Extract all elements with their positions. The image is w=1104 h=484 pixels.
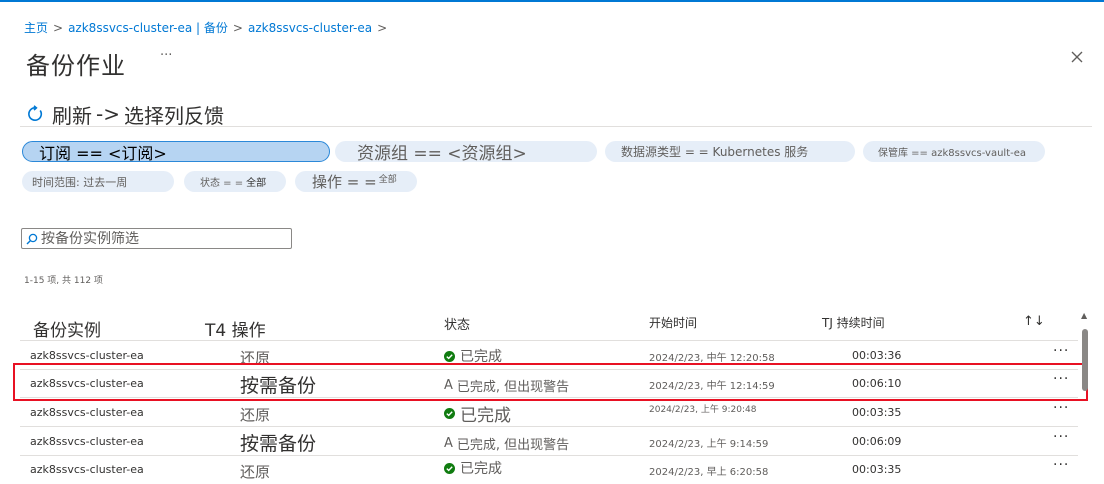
breadcrumb-cluster-backup[interactable]: azk8ssvcs-cluster-ea xyxy=(248,21,372,35)
duration: 00:03:36 xyxy=(852,349,902,362)
column-header-start-time[interactable]: 开始时间 xyxy=(649,314,697,331)
chevron-up-icon[interactable]: ▲ xyxy=(1081,311,1087,320)
filter-operation[interactable]: 操作 = = 全部 xyxy=(295,171,417,192)
choose-columns-button[interactable]: 选择列 xyxy=(124,100,184,129)
status: 已完成 xyxy=(444,458,502,478)
operation: 按需备份 xyxy=(240,375,317,397)
backup-instance[interactable]: azk8ssvcs-cluster-ea xyxy=(30,377,144,390)
page-title: 备份作业 xyxy=(26,52,126,80)
operation: 还原 xyxy=(240,406,271,424)
column-header-instance[interactable]: 备份实例 xyxy=(33,316,101,341)
warning-marker: A xyxy=(444,378,453,393)
filter-status-label: 状态 = = xyxy=(200,178,244,189)
toolbar-arrow: -> xyxy=(96,102,120,126)
status-text: 已完成, 但出现警告 xyxy=(456,438,570,453)
filter-operation-value: 全部 xyxy=(378,175,397,185)
filter-time-range[interactable]: 时间范围: 过去一周 xyxy=(22,171,174,192)
filter-datasource-type[interactable]: 数据源类型 = = Kubernetes 服务 xyxy=(605,141,855,162)
filter-status-value: 全部 xyxy=(246,178,267,189)
feedback-button[interactable]: 反馈 xyxy=(184,100,224,129)
duration: 00:03:35 xyxy=(852,406,902,419)
backup-instance[interactable]: azk8ssvcs-cluster-ea xyxy=(30,406,144,419)
breadcrumb-backup[interactable]: 备份 xyxy=(204,21,228,35)
row-more-button[interactable]: ··· xyxy=(1053,343,1069,359)
command-bar: 刷新 -> 选择列 反馈 xyxy=(26,100,224,128)
refresh-button[interactable]: 刷新 xyxy=(52,100,92,129)
status: 已完成 xyxy=(444,346,502,366)
close-icon[interactable] xyxy=(1066,46,1088,68)
breadcrumb-home[interactable]: 主页 xyxy=(24,21,48,35)
breadcrumb: 主页 > azk8ssvcs-cluster-ea | 备份 > azk8ssvcs-c… xyxy=(24,19,392,36)
start-time: 2024/2/23, 中午 12:20:58 xyxy=(649,353,775,364)
search-box xyxy=(21,228,292,249)
backup-instance[interactable]: azk8ssvcs-cluster-ea xyxy=(30,349,144,362)
filter-resource-group[interactable]: 资源组 == <资源组> xyxy=(335,141,597,164)
filter-operation-label: 操作 = = xyxy=(312,173,377,191)
column-header-status[interactable]: 状态 xyxy=(444,314,470,333)
column-header-duration[interactable]: TJ 持续时间 xyxy=(822,314,885,331)
operation: 按需备份 xyxy=(240,433,317,455)
status: 已完成 xyxy=(444,401,511,426)
row-more-button[interactable]: ··· xyxy=(1053,429,1069,445)
success-check-icon xyxy=(444,408,455,419)
top-accent-line xyxy=(0,0,1104,2)
start-time: 2024/2/23, 上午 9:20:48 xyxy=(649,405,757,415)
duration: 00:06:09 xyxy=(852,435,902,448)
breadcrumb-cluster[interactable]: azk8ssvcs-cluster-ea | xyxy=(68,21,200,35)
refresh-icon[interactable] xyxy=(26,105,44,123)
toolbar-divider xyxy=(20,126,1092,127)
table-row[interactable]: azk8ssvcs-cluster-ea 按需备份 A 已完成, 但出现警告 2… xyxy=(20,427,1078,456)
status-text: 已完成 xyxy=(460,461,502,477)
table-row[interactable]: azk8ssvcs-cluster-ea 按需备份 A 已完成, 但出现警告 2… xyxy=(20,369,1078,398)
search-input[interactable] xyxy=(41,230,281,247)
success-check-icon xyxy=(444,350,455,362)
start-time: 2024/2/23, 早上 6:20:58 xyxy=(649,467,769,478)
status-text: 已完成 xyxy=(460,349,502,365)
more-options-button[interactable]: ··· xyxy=(160,48,172,63)
scrollbar-thumb[interactable] xyxy=(1082,329,1088,391)
success-check-icon xyxy=(444,462,455,474)
backup-instance[interactable]: azk8ssvcs-cluster-ea xyxy=(30,463,144,476)
start-time: 2024/2/23, 上午 9:14:59 xyxy=(649,439,769,450)
status: A 已完成, 但出现警告 xyxy=(444,434,569,453)
warning-marker: A xyxy=(444,436,453,451)
backup-instance[interactable]: azk8ssvcs-cluster-ea xyxy=(30,435,144,448)
breadcrumb-separator: > xyxy=(232,21,243,35)
filter-vault[interactable]: 保管库 == azk8ssvcs-vault-ea xyxy=(863,141,1045,162)
duration: 00:03:35 xyxy=(852,463,902,476)
table-row[interactable]: azk8ssvcs-cluster-ea 还原 已完成 2024/2/23, 中… xyxy=(20,341,1078,370)
start-time: 2024/2/23, 中午 12:14:59 xyxy=(649,381,775,392)
row-more-button[interactable]: ··· xyxy=(1053,371,1069,387)
status-text: 已完成, 但出现警告 xyxy=(456,380,570,395)
operation: 还原 xyxy=(240,463,271,481)
item-count: 1-15 项, 共 112 项 xyxy=(24,276,103,286)
status-text: 已完成 xyxy=(460,406,511,426)
sort-button[interactable]: ↑↓ xyxy=(1023,314,1045,329)
search-icon xyxy=(26,233,38,244)
vertical-scrollbar[interactable]: ▲ xyxy=(1078,311,1092,480)
breadcrumb-separator: > xyxy=(377,21,388,35)
status: A 已完成, 但出现警告 xyxy=(444,376,569,395)
column-header-operation[interactable]: T4 操作 xyxy=(205,316,266,341)
row-more-button[interactable]: ··· xyxy=(1053,400,1069,416)
breadcrumb-separator: > xyxy=(53,21,64,35)
filter-status[interactable]: 状态 = = 全部 xyxy=(184,171,286,192)
filter-subscription[interactable]: 订阅 == <订阅> xyxy=(22,141,330,163)
table-row[interactable]: azk8ssvcs-cluster-ea 还原 已完成 2024/2/23, 上… xyxy=(20,398,1078,427)
duration: 00:06:10 xyxy=(852,377,902,390)
row-more-button[interactable]: ··· xyxy=(1053,457,1069,473)
operation: 还原 xyxy=(240,349,271,367)
